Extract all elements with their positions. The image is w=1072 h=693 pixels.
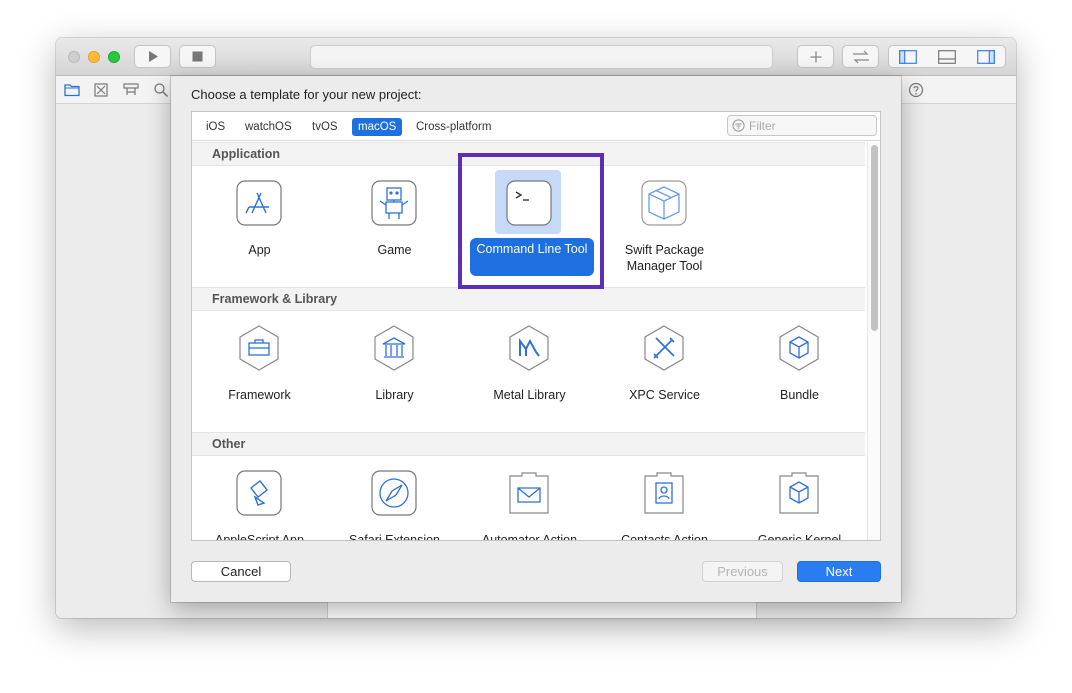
left-panel-icon[interactable] <box>899 49 918 64</box>
template-command-line-tool[interactable]: Command Line Tool <box>462 166 597 288</box>
template-label: Safari Extension <box>348 533 441 541</box>
tab-watchos[interactable]: watchOS <box>239 118 298 136</box>
section-body: AppleScript App Safari Extension Automat… <box>192 456 865 541</box>
toolbox-icon <box>239 325 279 371</box>
cancel-button[interactable]: Cancel <box>191 561 291 582</box>
template-label: Generic Kernel <box>757 533 842 541</box>
tab-cross-platform[interactable]: Cross-platform <box>410 118 497 136</box>
tab-macos[interactable]: macOS <box>352 118 403 136</box>
building-columns-icon <box>374 325 414 371</box>
folder-icon[interactable] <box>64 82 80 98</box>
swap-arrows-icon <box>852 50 869 63</box>
game-robot-icon <box>371 180 417 226</box>
minimize-window-button[interactable] <box>88 51 100 63</box>
play-icon <box>148 51 158 62</box>
scrollbar-thumb[interactable] <box>871 145 878 331</box>
template-panel: iOS watchOS tvOS macOS Cross-platform Ap… <box>191 111 881 541</box>
script-scroll-icon <box>236 470 282 516</box>
section-header: Application <box>192 142 865 166</box>
template-app[interactable]: App <box>192 166 327 288</box>
template-label: XPC Service <box>629 388 700 402</box>
run-button[interactable] <box>134 45 171 68</box>
template-label: Framework <box>228 388 291 402</box>
code-review-button[interactable] <box>842 45 879 68</box>
previous-button[interactable]: Previous <box>702 561 783 582</box>
section-header: Other <box>192 432 865 456</box>
template-label: Contacts Action <box>621 533 708 541</box>
section-body: Framework Library Metal Library XPC Serv… <box>192 311 865 433</box>
app-store-icon <box>236 180 282 226</box>
stop-button[interactable] <box>179 45 216 68</box>
template-label: Bundle <box>780 388 819 402</box>
template-applescript-app[interactable]: AppleScript App <box>192 456 327 541</box>
template-label: Library <box>375 388 414 402</box>
template-contacts-action[interactable]: Contacts Action <box>597 456 732 541</box>
template-safari-extension[interactable]: Safari Extension <box>327 456 462 541</box>
help-icon[interactable] <box>908 82 924 98</box>
section-header: Framework & Library <box>192 287 865 311</box>
close-window-button[interactable] <box>68 51 80 63</box>
library-button[interactable] <box>797 45 834 68</box>
template-list: Application App Game Command Line Tool S… <box>192 142 865 541</box>
tab-ios[interactable]: iOS <box>200 118 231 136</box>
template-swift-package-manager-tool[interactable]: Swift Package Manager Tool <box>597 166 732 288</box>
next-button[interactable]: Next <box>797 561 881 582</box>
template-automator-action[interactable]: Automator Action <box>462 456 597 541</box>
contacts-icon <box>644 472 684 514</box>
template-label: AppleScript App <box>215 533 304 541</box>
sheet-prompt: Choose a template for your new project: <box>191 87 422 102</box>
cube-icon <box>779 325 819 371</box>
terminal-icon <box>506 180 552 226</box>
search-icon[interactable] <box>153 82 169 98</box>
template-metal-library[interactable]: Metal Library <box>462 311 597 433</box>
template-label: Metal Library <box>493 388 566 402</box>
plus-icon <box>810 51 821 62</box>
compass-icon <box>371 470 417 516</box>
filter-field[interactable] <box>727 115 877 136</box>
metal-icon <box>509 325 549 371</box>
package-icon <box>641 180 687 226</box>
bottom-panel-icon[interactable] <box>938 49 956 64</box>
template-scrollbar[interactable] <box>867 142 880 540</box>
stop-icon <box>192 51 203 62</box>
tools-icon <box>644 325 684 371</box>
panel-toggle-group <box>888 45 1006 68</box>
tab-tvos[interactable]: tvOS <box>306 118 344 136</box>
template-library[interactable]: Library <box>327 311 462 433</box>
new-project-sheet: Choose a template for your new project: … <box>171 76 901 602</box>
section-body: App Game Command Line Tool Swift Package… <box>192 166 865 288</box>
template-label: Automator Action <box>481 533 578 541</box>
template-framework[interactable]: Framework <box>192 311 327 433</box>
template-bundle[interactable]: Bundle <box>732 311 865 433</box>
automator-icon <box>509 472 549 514</box>
filter-icon <box>732 119 745 132</box>
activity-viewer <box>310 45 773 69</box>
template-label: Swift Package Manager Tool <box>624 243 705 273</box>
template-label: Command Line Tool <box>470 238 594 276</box>
window-titlebar <box>56 38 1016 76</box>
template-xpc-service[interactable]: XPC Service <box>597 311 732 433</box>
right-panel-icon[interactable] <box>976 49 995 64</box>
zoom-window-button[interactable] <box>108 51 120 63</box>
source-control-icon[interactable] <box>93 82 109 98</box>
filter-input[interactable] <box>749 118 869 133</box>
platform-tabs: iOS watchOS tvOS macOS Cross-platform <box>192 112 880 141</box>
kernel-cube-icon <box>779 472 819 514</box>
template-label: Game <box>377 243 412 257</box>
hierarchy-icon[interactable] <box>123 82 139 98</box>
template-game[interactable]: Game <box>327 166 462 288</box>
template-generic-kernel[interactable]: Generic Kernel <box>732 456 865 541</box>
template-label: App <box>248 243 271 257</box>
